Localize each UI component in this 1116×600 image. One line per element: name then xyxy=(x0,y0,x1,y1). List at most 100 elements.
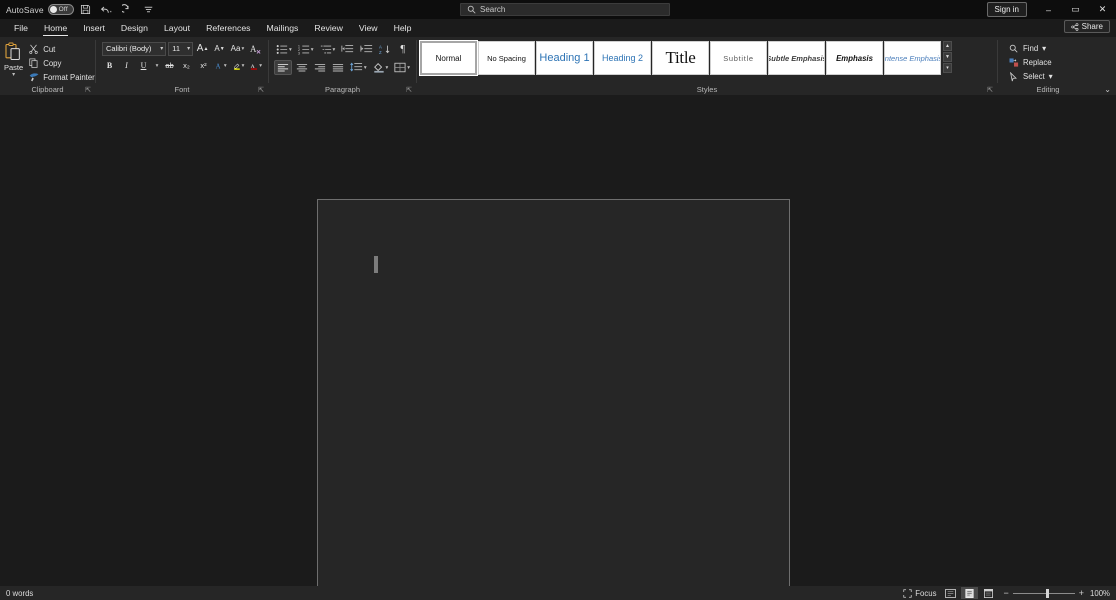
tab-mailings[interactable]: Mailings xyxy=(259,19,307,37)
tab-file[interactable]: File xyxy=(6,19,36,37)
autosave-switch[interactable]: Off xyxy=(47,4,74,15)
subscript-button[interactable]: x₂ xyxy=(179,58,194,73)
svg-text:A: A xyxy=(250,44,257,54)
bullets-button[interactable]: ▾ xyxy=(274,42,294,57)
replace-button[interactable]: Replace xyxy=(1005,56,1093,69)
style-emphasis[interactable]: Emphasis xyxy=(826,41,883,75)
tab-references[interactable]: References xyxy=(198,19,258,37)
focus-button[interactable]: Focus xyxy=(903,589,936,598)
style-heading-1[interactable]: Heading 1 xyxy=(536,41,593,75)
tab-view[interactable]: View xyxy=(351,19,386,37)
align-right-button[interactable] xyxy=(312,60,328,75)
paste-icon xyxy=(5,42,20,60)
underline-button[interactable]: U xyxy=(136,58,151,73)
redo-icon[interactable] xyxy=(119,1,137,18)
cut-label: Cut xyxy=(43,44,56,54)
font-size-combo[interactable]: 11 ▾ xyxy=(168,41,194,56)
multilevel-list-button[interactable]: ▾ xyxy=(318,42,338,57)
clipboard-group-label: Clipboard ⇱ xyxy=(31,85,91,94)
share-button[interactable]: Share xyxy=(1063,20,1110,33)
format-painter-button[interactable]: Format Painter xyxy=(25,71,98,84)
align-left-button[interactable] xyxy=(274,60,292,75)
title-bar: AutoSave Off Document1 - Word xyxy=(0,0,1116,19)
styles-scroll-down-button[interactable]: ▼ xyxy=(943,52,952,62)
autosave-state-label: Off xyxy=(58,6,68,13)
zoom-level-label[interactable]: 100% xyxy=(1088,589,1110,598)
tab-help[interactable]: Help xyxy=(386,19,420,37)
show-hide-formatting-button[interactable]: ¶ xyxy=(395,42,410,57)
font-name-combo[interactable]: Calibri (Body) ▾ xyxy=(102,41,167,56)
zoom-in-button[interactable]: + xyxy=(1079,589,1084,598)
tab-design[interactable]: Design xyxy=(113,19,156,37)
word-count[interactable]: 0 words xyxy=(6,589,33,598)
paragraph-dialog-launcher[interactable]: ⇱ xyxy=(406,86,412,94)
superscript-button[interactable]: x² xyxy=(196,58,211,73)
font-color-button[interactable]: A ▾ xyxy=(248,58,264,73)
style-subtle-emphasis[interactable]: Subtle Emphasis xyxy=(768,41,825,75)
text-highlight-button[interactable]: ▾ xyxy=(231,58,247,73)
style-subtitle[interactable]: Subtitle xyxy=(710,41,767,75)
shading-button[interactable]: ▾ xyxy=(371,60,391,75)
font-dialog-launcher[interactable]: ⇱ xyxy=(258,86,264,94)
cut-button[interactable]: Cut xyxy=(25,43,98,56)
select-button[interactable]: Select ▾ xyxy=(1005,70,1093,83)
restore-button[interactable]: ▭ xyxy=(1062,0,1089,19)
underline-dropdown-caret[interactable]: ▾ xyxy=(153,58,160,73)
autosave-toggle[interactable]: AutoSave Off xyxy=(6,4,74,15)
style-heading-2[interactable]: Heading 2 xyxy=(594,41,651,75)
clipboard-dialog-launcher[interactable]: ⇱ xyxy=(85,86,91,94)
save-icon[interactable] xyxy=(77,1,95,18)
tab-layout[interactable]: Layout xyxy=(156,19,198,37)
chevron-down-icon[interactable]: ▾ xyxy=(1042,44,1046,53)
numbering-button[interactable]: 123 ▾ xyxy=(296,42,316,57)
strikethrough-button[interactable]: ab xyxy=(162,58,177,73)
style-intense-emphasis[interactable]: Intense Emphasis xyxy=(884,41,941,75)
shrink-font-button[interactable]: A ▼ xyxy=(212,41,227,56)
change-case-button[interactable]: Aa ▾ xyxy=(229,41,246,56)
read-mode-view-button[interactable] xyxy=(942,587,959,599)
print-layout-view-button[interactable] xyxy=(961,587,979,599)
align-center-button[interactable] xyxy=(294,60,310,75)
sort-button[interactable]: AZ xyxy=(377,42,393,57)
clear-formatting-button[interactable]: A xyxy=(248,41,264,56)
decrease-indent-button[interactable] xyxy=(339,42,356,57)
document-area[interactable] xyxy=(0,96,1116,586)
document-page[interactable] xyxy=(317,199,790,586)
paste-button[interactable]: Paste ▾ xyxy=(4,40,23,84)
copy-button[interactable]: Copy xyxy=(25,57,98,70)
tab-insert[interactable]: Insert xyxy=(75,19,113,37)
styles-dialog-launcher[interactable]: ⇱ xyxy=(987,86,993,94)
line-spacing-button[interactable]: ▾ xyxy=(348,60,369,75)
undo-icon[interactable] xyxy=(98,1,116,18)
find-button[interactable]: Find ▾ xyxy=(1005,42,1093,55)
zoom-out-button[interactable]: − xyxy=(1003,589,1008,598)
minimize-button[interactable]: – xyxy=(1035,0,1062,19)
styles-scroll-up-button[interactable]: ▲ xyxy=(943,41,952,51)
tab-review[interactable]: Review xyxy=(306,19,351,37)
collapse-ribbon-button[interactable]: ⌄ xyxy=(1104,85,1111,94)
sign-in-button[interactable]: Sign in xyxy=(986,2,1027,17)
vertical-scrollbar[interactable] xyxy=(1105,96,1116,586)
justify-button[interactable] xyxy=(330,60,346,75)
borders-button[interactable]: ▾ xyxy=(392,60,412,75)
style-normal[interactable]: Normal xyxy=(419,40,478,76)
style-no-spacing[interactable]: No Spacing xyxy=(478,41,535,75)
bold-button[interactable]: B xyxy=(102,58,117,73)
search-box[interactable]: Search xyxy=(460,3,670,16)
zoom-slider-thumb[interactable] xyxy=(1045,588,1049,598)
font-name-value: Calibri (Body) xyxy=(106,44,152,53)
text-effects-button[interactable]: A ▾ xyxy=(213,58,229,73)
chevron-down-icon[interactable]: ▾ xyxy=(1049,72,1053,81)
customize-quick-access-icon[interactable] xyxy=(140,1,158,18)
zoom-slider[interactable] xyxy=(1012,588,1075,598)
styles-gallery-more-button[interactable]: ▾ xyxy=(943,63,952,73)
grow-font-button[interactable]: A ▲ xyxy=(195,41,210,56)
paste-dropdown-caret[interactable]: ▾ xyxy=(12,72,15,78)
increase-indent-button[interactable] xyxy=(358,42,375,57)
style-title[interactable]: Title xyxy=(652,41,709,75)
tab-home[interactable]: Home xyxy=(36,19,75,37)
close-button[interactable]: ✕ xyxy=(1089,0,1116,19)
italic-button[interactable]: I xyxy=(119,58,134,73)
view-buttons xyxy=(942,587,997,599)
web-layout-view-button[interactable] xyxy=(980,587,997,599)
